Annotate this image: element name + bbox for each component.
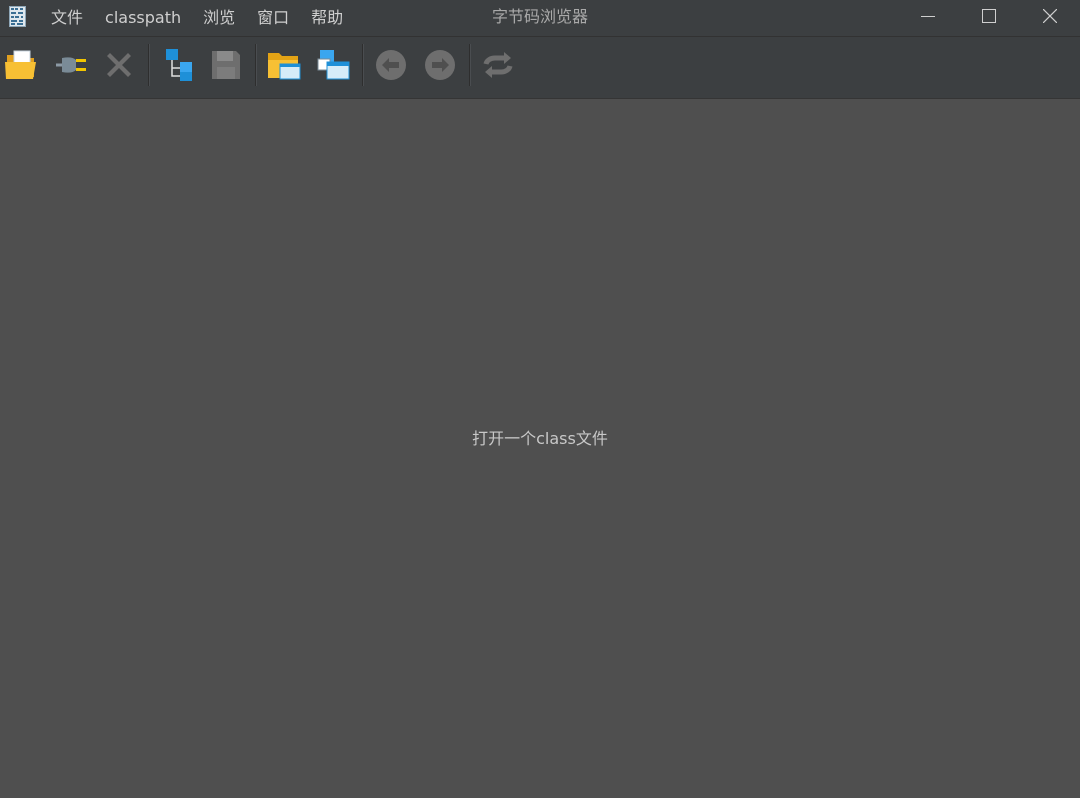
back-arrow-icon: [376, 50, 406, 80]
maximize-button[interactable]: [958, 0, 1019, 32]
minimize-icon: [920, 16, 935, 17]
forward-button[interactable]: [420, 45, 460, 85]
app-window: 文件 classpath 浏览 窗口 帮助 字节码浏览器 打开一个class文件: [0, 0, 1080, 798]
menu-browse[interactable]: 浏览: [192, 0, 246, 36]
open-folder-icon: [5, 50, 36, 79]
reload-icon: [483, 52, 513, 78]
maximize-icon: [981, 9, 996, 23]
toolbar-separator: [362, 44, 364, 86]
open-file-button[interactable]: [2, 45, 42, 85]
open-window-icon: [317, 50, 350, 80]
close-file-button[interactable]: [99, 45, 139, 85]
title-bar: 文件 classpath 浏览 窗口 帮助 字节码浏览器: [0, 0, 1080, 37]
app-icon: [9, 6, 26, 27]
toolbar-separator: [148, 44, 150, 86]
forward-arrow-icon: [425, 50, 455, 80]
menu-bar: 文件 classpath 浏览 窗口 帮助: [40, 0, 354, 36]
reload-button[interactable]: [478, 45, 518, 85]
open-window-folder-icon: [268, 53, 301, 80]
open-folder-window-button[interactable]: [264, 45, 304, 85]
toolbar-separator: [469, 44, 471, 86]
close-x-icon: [107, 53, 131, 77]
toolbar: [0, 37, 1080, 99]
plug-icon: [56, 57, 86, 73]
menu-help[interactable]: 帮助: [300, 0, 354, 36]
empty-state-message: 打开一个class文件: [472, 429, 608, 448]
back-button[interactable]: [371, 45, 411, 85]
toolbar-separator: [255, 44, 257, 86]
hierarchy-icon: [166, 49, 192, 81]
open-window-button[interactable]: [313, 45, 353, 85]
menu-classpath[interactable]: classpath: [94, 0, 192, 36]
hierarchy-button[interactable]: [158, 45, 198, 85]
save-button[interactable]: [206, 45, 246, 85]
floppy-save-icon: [212, 51, 240, 79]
minimize-button[interactable]: [897, 0, 958, 32]
close-icon: [1042, 9, 1057, 23]
main-content: 打开一个class文件: [0, 99, 1080, 798]
connect-button[interactable]: [50, 45, 90, 85]
menu-window[interactable]: 窗口: [246, 0, 300, 36]
window-controls: [897, 0, 1080, 32]
close-button[interactable]: [1019, 0, 1080, 32]
menu-file[interactable]: 文件: [40, 0, 94, 36]
